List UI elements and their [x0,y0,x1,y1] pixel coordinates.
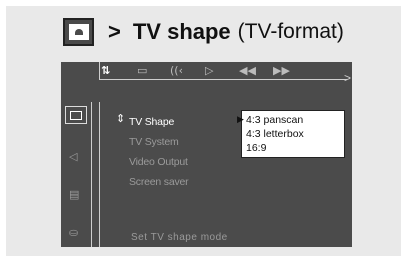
forward-icon[interactable]: ▶▶ [273,64,290,77]
updown-cursor-icon: ⇕ [116,112,126,125]
option-169[interactable]: 16:9 [246,141,340,155]
osd-screen: ⇅ ▭ ((‹ ▷ ◀◀ ▶▶ > ◁ ▤ ⛀ ⇕ TV Shape TV Sy… [61,62,352,247]
play-icon[interactable]: ▷ [205,64,213,77]
sidebar-divider-2 [99,102,100,247]
sound-setup-icon[interactable]: ◁ [69,150,77,163]
top-separator [99,62,100,79]
sidebar-divider [91,102,92,247]
top-menu-bar: ⇅ ▭ ((‹ ▷ ◀◀ ▶▶ > [61,62,352,96]
menu-item-tv-shape[interactable]: TV Shape [129,112,188,132]
menu-item-screen-saver[interactable]: Screen saver [129,172,189,192]
tv-shape-options: ▶ 4:3 panscan 4:3 letterbox 16:9 [237,110,345,158]
chevron-right-icon: > [343,71,351,85]
option-43-letterbox[interactable]: 4:3 letterbox [246,127,340,141]
settings-icon[interactable]: ⇅ [101,64,110,77]
heading-arrow: > [108,19,121,44]
option-43-panscan[interactable]: 4:3 panscan [246,113,340,127]
page-subtitle: (TV-format) [237,20,344,43]
top-divider-line [99,79,347,80]
audio-icon[interactable]: ((‹ [170,64,183,77]
screen-icon [63,18,94,46]
setup-menu: TV Shape TV System Video Output Screen s… [129,112,189,192]
menu-item-video-output[interactable]: Video Output [129,152,188,172]
option-pointer-icon: ▶ [237,114,244,124]
rewind-icon[interactable]: ◀◀ [239,64,256,77]
subtitle-icon[interactable]: ▭ [137,64,147,77]
language-setup-icon[interactable]: ▤ [69,188,79,201]
page-heading: > TV shape (TV-format) [63,17,344,47]
picture-setup-icon[interactable] [65,106,87,124]
features-setup-icon[interactable]: ⛀ [69,226,78,239]
page-title: TV shape [132,19,231,44]
menu-item-tv-system[interactable]: TV System [129,132,188,152]
setup-sidebar: ◁ ▤ ⛀ [61,102,91,247]
status-hint: Set TV shape mode [131,232,228,243]
